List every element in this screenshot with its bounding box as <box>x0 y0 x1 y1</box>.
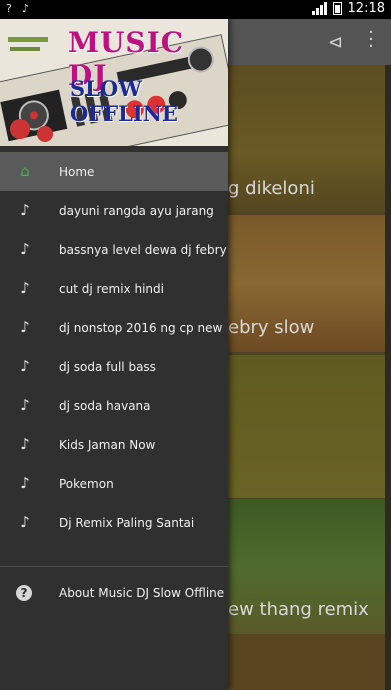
drawer-divider <box>0 566 228 567</box>
drawer-item-song[interactable]: ♪ Pokemon <box>0 464 228 503</box>
music-note-icon: ♪ <box>20 435 30 453</box>
song-card[interactable] <box>228 355 385 498</box>
song-card[interactable]: ew thang remix <box>228 499 385 634</box>
music-note-icon: ♪ <box>20 201 30 219</box>
drawer-item-label: Kids Jaman Now <box>59 437 156 452</box>
drawer-item-song[interactable]: ♪ dj soda havana <box>0 386 228 425</box>
drawer-item-label: Home <box>59 164 95 179</box>
music-note-icon: ♪ <box>20 396 30 414</box>
song-list: ⊲ · · · g dikeloni ebry slow ew thang remi… <box>228 19 391 690</box>
song-card[interactable] <box>228 634 385 690</box>
scroll-edge <box>385 65 391 690</box>
drawer-item-about[interactable]: ? About Music DJ Slow Offline <box>0 574 228 613</box>
music-note-icon: ♪ <box>20 357 30 375</box>
drawer-item-home[interactable]: ⌂ Home <box>0 152 228 191</box>
navigation-drawer: MUSIC DJ SLOW OFFLINE ⌂ Home ♪ dayuni ra… <box>0 19 228 690</box>
song-card-title: g dikeloni <box>228 178 315 199</box>
drawer-item-label: dayuni rangda ayu jarang <box>59 203 214 218</box>
status-bar: ? ♪ 12:18 <box>0 0 391 19</box>
drawer-item-song[interactable]: ♪ dayuni rangda ayu jarang <box>0 191 228 230</box>
app-logo-subtitle: SLOW OFFLINE <box>70 76 178 126</box>
drawer-item-label: cut dj remix hindi <box>59 281 164 296</box>
song-card[interactable]: g dikeloni <box>228 65 385 213</box>
music-note-icon: ♪ <box>20 474 30 492</box>
drawer-item-label: dj nonstop 2016 ng cp new <box>59 320 223 335</box>
home-icon: ⌂ <box>20 162 30 180</box>
wifi-question-icon: ? <box>6 2 12 15</box>
drawer-item-label: Pokemon <box>59 476 114 491</box>
drawer-item-song[interactable]: ♪ bassnya level dewa dj febry <box>0 230 228 269</box>
drawer-item-label: Dj Remix Paling Santai <box>59 515 195 530</box>
song-card[interactable]: ebry slow <box>228 215 385 352</box>
drawer-item-label: dj soda full bass <box>59 359 156 374</box>
overflow-menu-icon[interactable]: · · · <box>367 24 375 56</box>
drawer-item-song[interactable]: ♪ Dj Remix Paling Santai <box>0 503 228 542</box>
drawer-header: MUSIC DJ SLOW OFFLINE <box>0 19 228 146</box>
song-card-title: ebry slow <box>228 317 315 338</box>
music-note-icon: ♪ <box>20 513 30 531</box>
music-note-icon: ♪ <box>21 2 29 15</box>
song-card-title: ew thang remix <box>228 599 369 620</box>
app-toolbar: ⊲ · · · <box>228 19 391 65</box>
drawer-menu: ⌂ Home ♪ dayuni rangda ayu jarang ♪ bass… <box>0 152 228 542</box>
battery-icon <box>332 2 342 15</box>
share-icon[interactable]: ⊲ <box>328 32 343 53</box>
drawer-item-song[interactable]: ♪ dj soda full bass <box>0 347 228 386</box>
music-note-icon: ♪ <box>20 240 30 258</box>
drawer-item-song[interactable]: ♪ Kids Jaman Now <box>0 425 228 464</box>
signal-icon <box>311 2 327 15</box>
drawer-item-song[interactable]: ♪ cut dj remix hindi <box>0 269 228 308</box>
drawer-item-label: bassnya level dewa dj febry <box>59 242 227 257</box>
status-time: 12:18 <box>347 1 385 16</box>
help-icon: ? <box>16 585 32 601</box>
drawer-item-label: dj soda havana <box>59 398 151 413</box>
music-note-icon: ♪ <box>20 279 30 297</box>
music-note-icon: ♪ <box>20 318 30 336</box>
drawer-item-song[interactable]: ♪ dj nonstop 2016 ng cp new <box>0 308 228 347</box>
drawer-item-label: About Music DJ Slow Offline <box>59 586 225 600</box>
